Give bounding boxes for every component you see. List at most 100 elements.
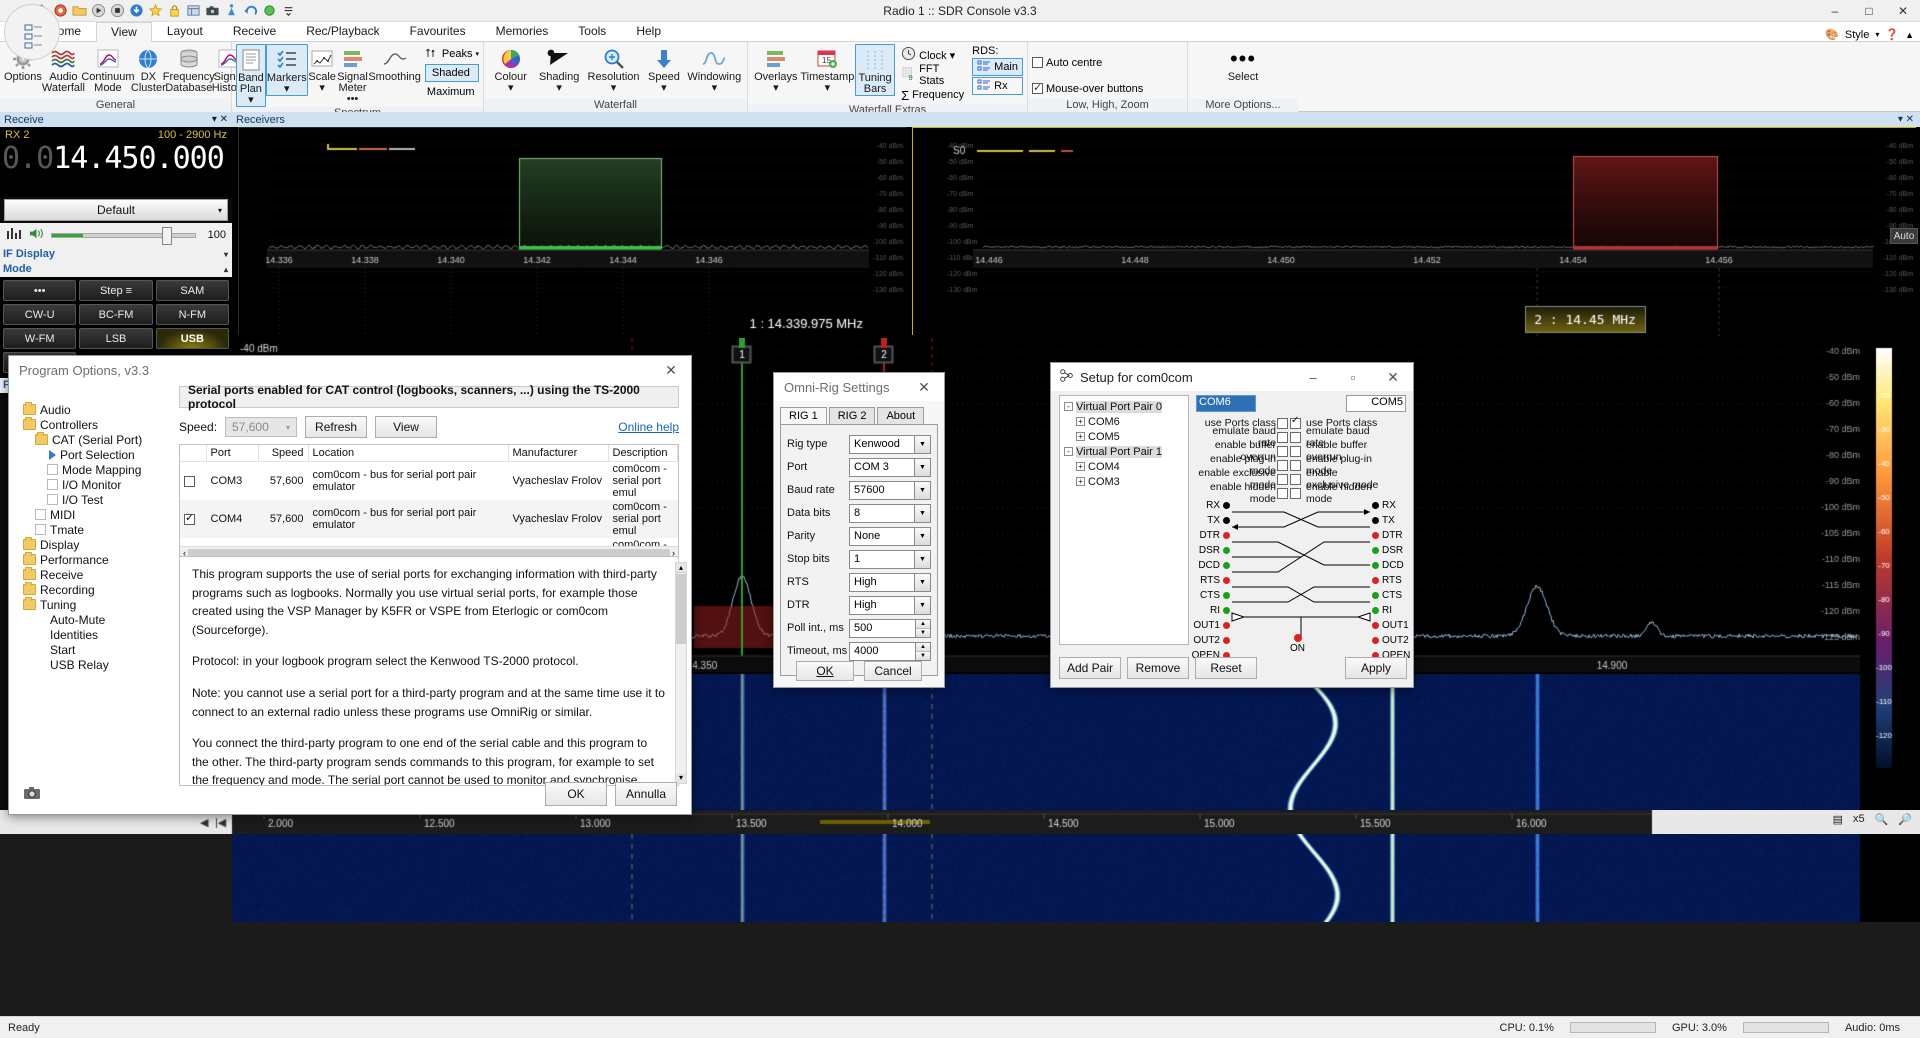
com0com-tree-item-com5[interactable]: +COM5 [1062,429,1186,444]
expander-icon[interactable]: + [1076,432,1085,441]
tab-receive[interactable]: Receive [218,21,291,41]
checkbox-icon[interactable] [35,509,46,520]
right-enable-exclusive-mode-checkbox[interactable] [1290,474,1301,485]
program-options-dialog[interactable]: Program Options, v3.3 ✕ AudioControllers… [8,355,692,815]
description-scrollbar[interactable]: ▴ ▾ [675,562,687,784]
mode-button-step[interactable]: Step ≡ [79,280,152,301]
ribbon-button-rds-main[interactable]: Main [972,58,1023,76]
expander-icon[interactable]: + [1076,477,1085,486]
data-bits-select[interactable]: 8▼ [849,504,931,523]
tab-tools[interactable]: Tools [563,21,621,41]
tree-item-auto-mute[interactable]: Auto-Mute [23,612,173,627]
ribbon-button-clock[interactable]: Clock ▾ [901,46,964,64]
chevron-down-icon[interactable]: ▾ [1875,30,1879,39]
right-enable-buffer-overrun-checkbox[interactable] [1290,446,1301,457]
apply-button[interactable]: Apply [1345,657,1407,679]
mode-button-cw-u[interactable]: CW-U [3,304,76,325]
tab-about[interactable]: About [877,407,924,424]
left-use-ports-class-checkbox[interactable] [1277,418,1288,429]
left-enable-buffer-overrun-checkbox[interactable] [1277,446,1288,457]
refresh-button[interactable]: Refresh [305,416,367,438]
left-port-name-input[interactable]: COM6 [1196,395,1256,412]
tree-item-i-o-monitor[interactable]: I/O Monitor [23,477,173,492]
port-enabled-checkbox[interactable] [184,476,195,487]
equalizer-icon[interactable] [6,227,22,244]
maximize-button[interactable]: □ [1852,0,1886,22]
right-emulate-baud-rate-checkbox[interactable] [1290,432,1301,443]
close-icon[interactable]: ✕ [1373,363,1413,391]
mode-button-more[interactable]: ••• [3,280,76,301]
tree-item-performance[interactable]: Performance [23,552,173,567]
ribbon-button-timestamp[interactable]: 15 Timestamp ▾ [800,44,855,94]
view-button[interactable]: View [375,416,437,438]
left-enable-exclusive-mode-checkbox[interactable] [1277,474,1288,485]
right-use-ports-class-checkbox[interactable] [1290,418,1301,429]
style-icon[interactable]: 🎨 [1825,28,1839,41]
expander-icon[interactable]: + [1076,462,1085,471]
close-icon[interactable]: ✕ [904,373,944,401]
tab-layout[interactable]: Layout [152,21,218,41]
right-enable-hidden-mode-checkbox[interactable] [1290,488,1301,499]
program-options-tree[interactable]: AudioControllersCAT (Serial Port)Port Se… [23,402,173,752]
receiver-2-canvas[interactable] [913,128,1917,336]
ribbon-button-shading[interactable]: Shading ▾ [533,44,584,94]
ribbon-button-rds-rx[interactable]: Rx [972,77,1023,95]
chevron-up-icon[interactable]: ▲ [1905,30,1914,40]
remove-button[interactable]: Remove [1127,657,1189,679]
mode-button-bc-fm[interactable]: BC-FM [79,304,152,325]
ribbon-button-markers[interactable]: Markers ▾ [266,44,308,96]
tree-item-receive[interactable]: Receive [23,567,173,582]
checkbox-icon[interactable] [35,524,46,535]
frequency-display[interactable]: RX 2 100 - 2900 Hz 0.014.450.000 [0,127,232,197]
ribbon-button-signal-meter[interactable]: Signal Meter ••• [337,44,369,105]
spin-down-icon[interactable]: ▼ [915,651,930,660]
tab-help[interactable]: Help [621,21,676,41]
ribbon-button-smoothing[interactable]: Smoothing [368,44,421,83]
table-row[interactable]: COM357,600com0com - bus for serial port … [180,462,678,501]
tab-view[interactable]: View [96,22,152,42]
close-icon[interactable]: ✕ [651,356,691,384]
ribbon-button-resolution[interactable]: Resolution ▾ [585,44,642,94]
com0com-tree[interactable]: -Virtual Port Pair 0+COM6+COM5-Virtual P… [1059,395,1189,645]
right-port-name-input[interactable]: COM5 [1346,395,1406,412]
com0com-tree-item-virtual-port-pair-1[interactable]: -Virtual Port Pair 1 [1062,444,1186,459]
expander-icon[interactable]: - [1064,447,1073,456]
receivers-panel-controls[interactable]: ▾ ✕ [1898,114,1920,125]
tree-item-usb-relay[interactable]: USB Relay [23,657,173,672]
checkbox-icon[interactable] [47,479,58,490]
tab-rig-1[interactable]: RIG 1 [780,407,827,424]
ribbon-button-select[interactable]: ••• Select [1208,44,1278,83]
online-help-link[interactable]: Online help [618,420,679,434]
question-icon[interactable]: ❓ [1885,28,1899,41]
tree-item-port-selection[interactable]: Port Selection [23,447,173,462]
rts-select[interactable]: High▼ [849,573,931,592]
program-options-description[interactable]: This program supports the use of serial … [179,556,679,786]
left-enable-hidden-mode-checkbox[interactable] [1277,488,1288,499]
scroll-thumb[interactable] [676,574,686,644]
ok-button[interactable]: OK [545,782,607,806]
minimize-button[interactable]: – [1818,0,1852,22]
tree-item-audio[interactable]: Audio [23,402,173,417]
scroll-up-icon[interactable]: ▴ [676,563,686,573]
mode-button-n-fm[interactable]: N-FM [156,304,229,325]
row-checkbox-cell[interactable] [180,462,206,501]
receiver-2-spectrum[interactable] [912,127,1916,335]
ribbon-button-frequency-database[interactable]: Frequency Database [166,44,212,94]
ribbon-button-speed[interactable]: Speed ▾ [642,44,685,94]
tree-item-mode-mapping[interactable]: Mode Mapping [23,462,173,477]
row-checkbox-cell[interactable] [180,500,206,538]
omnirig-dialog[interactable]: Omni-Rig Settings ✕ RIG 1 RIG 2 About Ri… [773,372,945,688]
tree-item-recording[interactable]: Recording [23,582,173,597]
style-label[interactable]: Style [1845,29,1869,41]
tree-item-midi[interactable]: MIDI [23,507,173,522]
expander-icon[interactable]: + [1076,417,1085,426]
left-emulate-baud-rate-checkbox[interactable] [1277,432,1288,443]
expander-icon[interactable]: - [1064,402,1073,411]
checkbox-mouse-over-buttons[interactable]: Mouse-over buttons [1032,80,1143,98]
reset-button[interactable]: Reset [1195,657,1257,679]
ribbon-button-windowing[interactable]: Windowing ▾ [686,44,743,94]
ribbon-button-continuum-mode[interactable]: Continuum Mode [85,44,131,94]
stop-bits-select[interactable]: 1▼ [849,550,931,569]
tab-rec-playback[interactable]: Rec/Playback [291,21,394,41]
panel-controls[interactable]: ▾ ✕ [212,114,232,125]
